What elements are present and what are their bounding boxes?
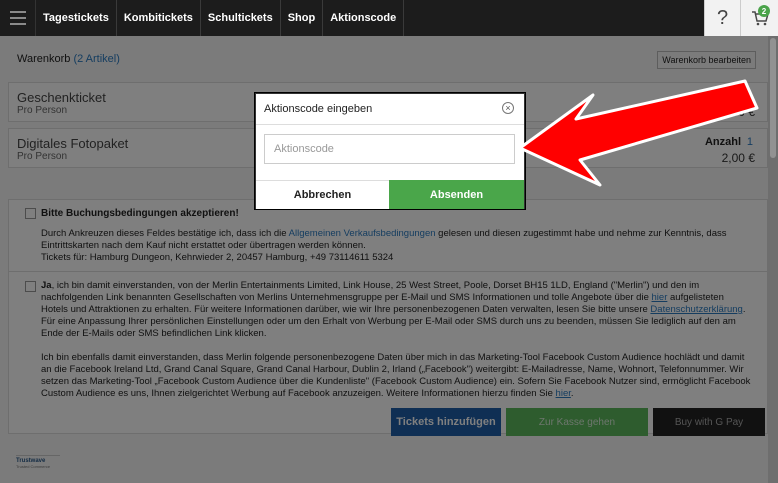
- promo-code-dialog: Aktionscode eingeben × Abbrechen Absende…: [255, 93, 525, 209]
- topbar-actions: ? 2: [704, 0, 778, 36]
- submit-button[interactable]: Absenden: [389, 180, 524, 209]
- top-navigation: Tagestickets Kombitickets Schultickets S…: [0, 0, 778, 36]
- menu-icon[interactable]: [0, 0, 36, 36]
- nav-item-shop[interactable]: Shop: [281, 0, 324, 36]
- dialog-title: Aktionscode eingeben: [264, 103, 373, 115]
- help-button[interactable]: ?: [704, 0, 740, 36]
- nav-item-aktionscode[interactable]: Aktionscode: [323, 0, 405, 36]
- nav-item-kombitickets[interactable]: Kombitickets: [117, 0, 201, 36]
- dialog-divider: [256, 124, 524, 125]
- nav-item-tagestickets[interactable]: Tagestickets: [36, 0, 117, 36]
- scrollbar[interactable]: [768, 36, 778, 483]
- nav-item-schultickets[interactable]: Schultickets: [201, 0, 281, 36]
- scrollbar-thumb[interactable]: [770, 38, 776, 158]
- cancel-button[interactable]: Abbrechen: [256, 180, 389, 209]
- cart-count-badge: 2: [758, 5, 770, 17]
- close-icon[interactable]: ×: [502, 102, 514, 114]
- cart-button[interactable]: 2: [740, 0, 778, 36]
- promo-code-input[interactable]: [264, 134, 515, 164]
